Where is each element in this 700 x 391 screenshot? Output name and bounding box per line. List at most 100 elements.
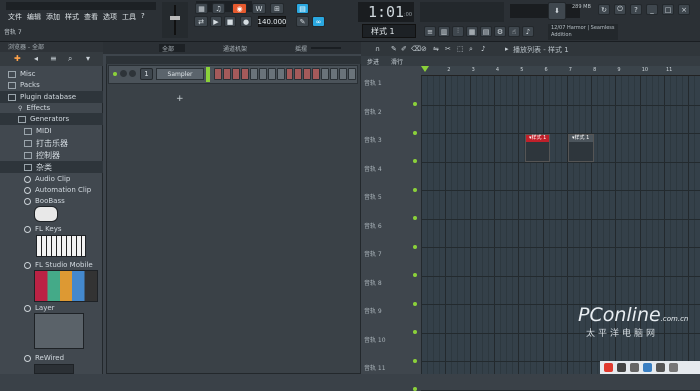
browser-item-packs[interactable]: Packs [0, 79, 103, 91]
mixer-icon[interactable]: ⫶ [452, 26, 464, 37]
record-mode-icon[interactable]: ◉ [232, 3, 247, 14]
pencil-icon[interactable]: ✎ [296, 16, 309, 27]
snap-magnet-icon[interactable]: ∩ [375, 45, 380, 53]
step-button[interactable] [267, 68, 276, 80]
step-button[interactable] [276, 68, 285, 80]
track-enable-led[interactable] [413, 387, 417, 391]
menu-help[interactable]: ? [141, 12, 145, 24]
track-name[interactable]: 音轨 1 [364, 78, 382, 87]
piano-roll-icon[interactable]: ▥ [438, 26, 450, 37]
snap-icon[interactable]: ▤ [296, 3, 309, 14]
tray-icon-2[interactable] [630, 363, 639, 372]
browser-icon[interactable]: ▤ [480, 26, 492, 37]
browser-back-icon[interactable]: ◂ [34, 54, 38, 63]
channel-name-button[interactable]: Sampler [156, 68, 204, 80]
playlist-icon[interactable]: ≡ [424, 26, 436, 37]
step-button[interactable] [222, 68, 231, 80]
master-volume-slider[interactable] [162, 2, 188, 38]
menu-edit[interactable]: 编辑 [27, 12, 41, 24]
step-button[interactable] [330, 68, 339, 80]
channel-rack-icon[interactable]: ▦ [466, 26, 478, 37]
browser-item-midi[interactable]: MIDI [0, 125, 103, 137]
track-enable-led[interactable] [413, 102, 417, 106]
help-icon[interactable]: ? [630, 4, 642, 15]
slice-tool-icon[interactable]: ✂ [445, 45, 451, 53]
download-icon[interactable]: ⬇ [548, 2, 566, 20]
browser-item-controllers[interactable]: 控制器 [0, 149, 103, 161]
touch-icon[interactable]: ☝ [508, 26, 520, 37]
mixer-track-number[interactable]: 1 [140, 68, 153, 80]
browser-tree-icon[interactable]: ≡ [50, 54, 57, 63]
track-name[interactable]: 音轨 11 [364, 363, 386, 372]
step-button[interactable] [240, 68, 249, 80]
track-enable-led[interactable] [413, 187, 417, 192]
playlist-arrow-icon[interactable]: ▸ [505, 45, 509, 53]
channel-select-indicator[interactable] [206, 67, 210, 82]
step-button[interactable] [303, 68, 312, 80]
power-icon[interactable]: ⏻ [614, 4, 626, 15]
plugin-fl-keys[interactable]: FL Keys [0, 223, 103, 235]
step-button[interactable] [214, 68, 222, 80]
menu-view[interactable]: 查看 [84, 12, 98, 24]
track-name[interactable]: 音轨 10 [364, 335, 386, 344]
menu-tools[interactable]: 工具 [122, 12, 136, 24]
track-name[interactable]: 音轨 9 [364, 306, 382, 315]
step-button[interactable] [231, 68, 240, 80]
track-enable-led[interactable] [413, 159, 417, 163]
menu-add[interactable]: 添加 [46, 12, 60, 24]
browser-item-generators[interactable]: Generators [0, 113, 103, 125]
track-name[interactable]: 音轨 7 [364, 249, 382, 258]
menu-options[interactable]: 选项 [103, 12, 117, 24]
track-enable-led[interactable] [413, 358, 417, 363]
mute-tool-icon[interactable]: ⊘ [421, 45, 427, 53]
channel-mute-led[interactable] [113, 72, 117, 76]
minimize-icon[interactable]: _ [646, 4, 658, 15]
track-name[interactable]: 音轨 4 [364, 164, 382, 173]
input-method-icon[interactable] [604, 363, 613, 372]
mode-song-icon[interactable]: ♫ [212, 3, 225, 14]
track-enable-led[interactable] [413, 301, 417, 306]
step-button[interactable] [285, 68, 294, 80]
track-enable-led[interactable] [413, 330, 417, 334]
tray-icon-1[interactable] [617, 363, 626, 372]
menu-file[interactable]: 文件 [8, 12, 22, 24]
plugin-rewired[interactable]: ReWired [0, 352, 103, 364]
pan-knob-icon[interactable] [120, 70, 127, 77]
maximize-icon[interactable]: □ [662, 4, 674, 15]
tray-icon-4[interactable] [656, 363, 665, 372]
step-label[interactable]: 步进 [367, 57, 379, 66]
tempo-display[interactable]: 140.000 [258, 16, 286, 27]
brush-tool-icon[interactable]: ✐ [401, 45, 407, 53]
timeline-ruler[interactable]: 2 3 4 5 6 7 8 9 10 11 [421, 66, 700, 76]
slip-tool-icon[interactable]: ⇋ [433, 45, 439, 53]
browser-item-misc-cn[interactable]: 杂类 [0, 161, 103, 173]
track-name[interactable]: 音轨 8 [364, 278, 382, 287]
select-tool-icon[interactable]: ⬚ [457, 45, 464, 53]
browser-menu-icon[interactable]: ▾ [86, 54, 90, 63]
track-name[interactable]: 音轨 3 [364, 135, 382, 144]
refresh-icon[interactable]: ↻ [598, 4, 610, 15]
stop-button[interactable]: ■ [224, 16, 236, 27]
slide-label[interactable]: 滑行 [391, 57, 403, 66]
step-button[interactable] [312, 68, 321, 80]
track-name[interactable]: 音轨 6 [364, 221, 382, 230]
play-button[interactable]: ▶ [210, 16, 222, 27]
track-name[interactable]: 音轨 2 [364, 107, 382, 116]
pat-song-toggle-icon[interactable]: ⇄ [194, 16, 208, 27]
step-button[interactable] [249, 68, 258, 80]
zoom-tool-icon[interactable]: ⌕ [469, 45, 473, 54]
step-button[interactable] [321, 68, 330, 80]
link-icon[interactable]: ∞ [312, 16, 325, 27]
tray-icon-5[interactable] [669, 363, 678, 372]
news-panel[interactable]: 12/07 Harmor | Seamless Addition [548, 24, 618, 40]
track-enable-led[interactable] [413, 130, 417, 135]
browser-item-percussion[interactable]: 打击乐器 [0, 137, 103, 149]
track-name[interactable]: 音轨 5 [364, 192, 382, 201]
mic-icon[interactable]: ♪ [522, 26, 534, 37]
pattern-selector[interactable]: 样式 1 [362, 24, 416, 38]
step-button[interactable] [294, 68, 303, 80]
swing-slider[interactable] [311, 47, 341, 49]
volume-knob-icon[interactable] [129, 70, 136, 77]
plugin-picker-icon[interactable]: ⚙ [494, 26, 506, 37]
tray-icon-3[interactable] [643, 363, 652, 372]
